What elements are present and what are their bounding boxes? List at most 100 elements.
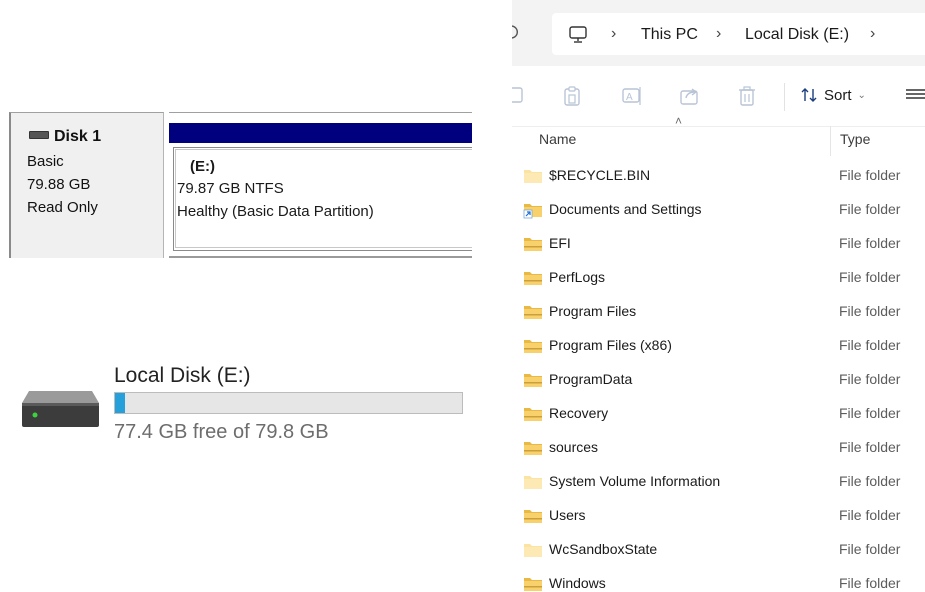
refresh-icon[interactable] [512,24,520,40]
file-name: ProgramData [549,371,633,387]
file-type: File folder [839,167,901,183]
file-row[interactable]: Users File folder [512,499,925,533]
rename-icon[interactable]: A [621,85,643,107]
folder-icon [523,337,543,360]
folder-icon [523,303,543,326]
file-row[interactable]: Documents and Settings File folder [512,193,925,227]
hard-drive-icon[interactable] [21,389,100,429]
file-row[interactable]: Recovery File folder [512,397,925,431]
chevron-right-icon[interactable]: › [870,25,875,43]
address-bar-area: › This PC › Local Disk (E:) › [512,0,925,66]
folder-icon [523,269,543,292]
sort-icon [801,88,817,102]
file-type: File folder [839,201,901,217]
file-type: File folder [839,507,901,523]
file-type: File folder [839,235,901,251]
address-bar[interactable]: › This PC › Local Disk (E:) › [552,13,925,55]
file-type: File folder [839,405,901,421]
file-row[interactable]: $RECYCLE.BIN File folder [512,159,925,193]
file-type: File folder [839,269,901,285]
delete-icon[interactable] [737,85,757,107]
file-row[interactable]: Program Files File folder [512,295,925,329]
hidden-folder-icon [523,541,543,564]
sort-label: Sort [824,86,852,104]
file-type: File folder [839,439,901,455]
disk-type: Basic [27,153,64,170]
view-menu-icon[interactable] [904,85,925,103]
hidden-folder-icon [523,167,543,190]
folder-icon [523,507,543,530]
file-row[interactable]: WcSandboxState File folder [512,533,925,567]
disk-icon [29,131,49,139]
chevron-down-icon: ⌄ [857,89,866,101]
folder-icon [523,235,543,258]
column-header-type[interactable]: Type [840,131,870,147]
folder-icon [523,575,543,592]
share-icon[interactable] [679,85,701,107]
file-row[interactable]: Program Files (x86) File folder [512,329,925,363]
sort-ascending-icon: ˄ [675,114,683,128]
drive-title[interactable]: Local Disk (E:) [114,364,251,388]
disk-size: 79.88 GB [27,176,91,193]
column-resize-handle[interactable] [830,126,831,156]
drive-usage-bar [114,392,463,414]
disk-management-panel: Disk 1 Basic 79.88 GB Read Only (E:) 79.… [9,112,472,258]
partition-box-inner [175,149,472,248]
file-type: File folder [839,337,901,353]
sort-button[interactable]: Sort ⌄ [800,86,866,104]
file-type: File folder [839,473,901,489]
partition-header-bar [169,123,472,143]
file-type: File folder [839,371,901,387]
file-row[interactable]: Windows File folder [512,567,925,592]
paste-icon[interactable] [562,85,582,107]
partition-size-fs: 79.87 GB NTFS [177,180,284,197]
partition-bottom-border [169,256,472,258]
file-name: Windows [549,575,606,591]
partition-health: Healthy (Basic Data Partition) [177,203,374,220]
disk-status: Read Only [27,199,98,216]
file-explorer: › This PC › Local Disk (E:) › A Sort ⌄ ˄… [512,0,925,592]
file-row[interactable]: sources File folder [512,431,925,465]
file-row[interactable]: System Volume Information File folder [512,465,925,499]
disk-info-box[interactable]: Disk 1 Basic 79.88 GB Read Only [9,112,164,258]
file-row[interactable]: ProgramData File folder [512,363,925,397]
partition-label: (E:) [190,158,215,175]
file-row[interactable]: EFI File folder [512,227,925,261]
file-name: Program Files (x86) [549,337,672,353]
partition-area: (E:) 79.87 GB NTFS Healthy (Basic Data P… [169,112,472,258]
shortcut-folder-icon [523,201,543,224]
file-name: $RECYCLE.BIN [549,167,651,183]
file-name: PerfLogs [549,269,606,285]
folder-icon [523,439,543,462]
file-name: Users [549,507,586,523]
file-name: System Volume Information [549,473,721,489]
file-name: sources [549,439,599,455]
chevron-right-icon[interactable]: › [611,25,616,43]
folder-icon [523,371,543,394]
this-pc-icon [569,26,587,43]
breadcrumb-local-disk[interactable]: Local Disk (E:) [745,26,849,44]
disk-title: Disk 1 [29,128,101,146]
hidden-folder-icon [523,473,543,496]
svg-text:A: A [626,92,633,103]
file-name: Program Files [549,303,637,319]
drive-usage-fill [115,393,126,413]
chevron-right-icon[interactable]: › [716,25,721,43]
breadcrumb-this-pc[interactable]: This PC [641,26,698,44]
file-row[interactable]: PerfLogs File folder [512,261,925,295]
column-header-name[interactable]: Name [539,131,576,147]
partition-box[interactable]: (E:) 79.87 GB NTFS Healthy (Basic Data P… [173,147,472,251]
drive-free-space: 77.4 GB free of 79.8 GB [114,421,329,443]
file-type: File folder [839,541,901,557]
file-name: Documents and Settings [549,201,702,217]
disk-name: Disk 1 [54,128,102,145]
toolbar-separator [784,83,785,111]
file-type: File folder [839,575,901,591]
file-name: EFI [549,235,571,251]
copy-icon[interactable] [512,85,526,105]
folder-icon [523,405,543,428]
file-name: WcSandboxState [549,541,658,557]
command-bar: A Sort ⌄ [512,66,925,127]
file-type: File folder [839,303,901,319]
file-name: Recovery [549,405,609,421]
